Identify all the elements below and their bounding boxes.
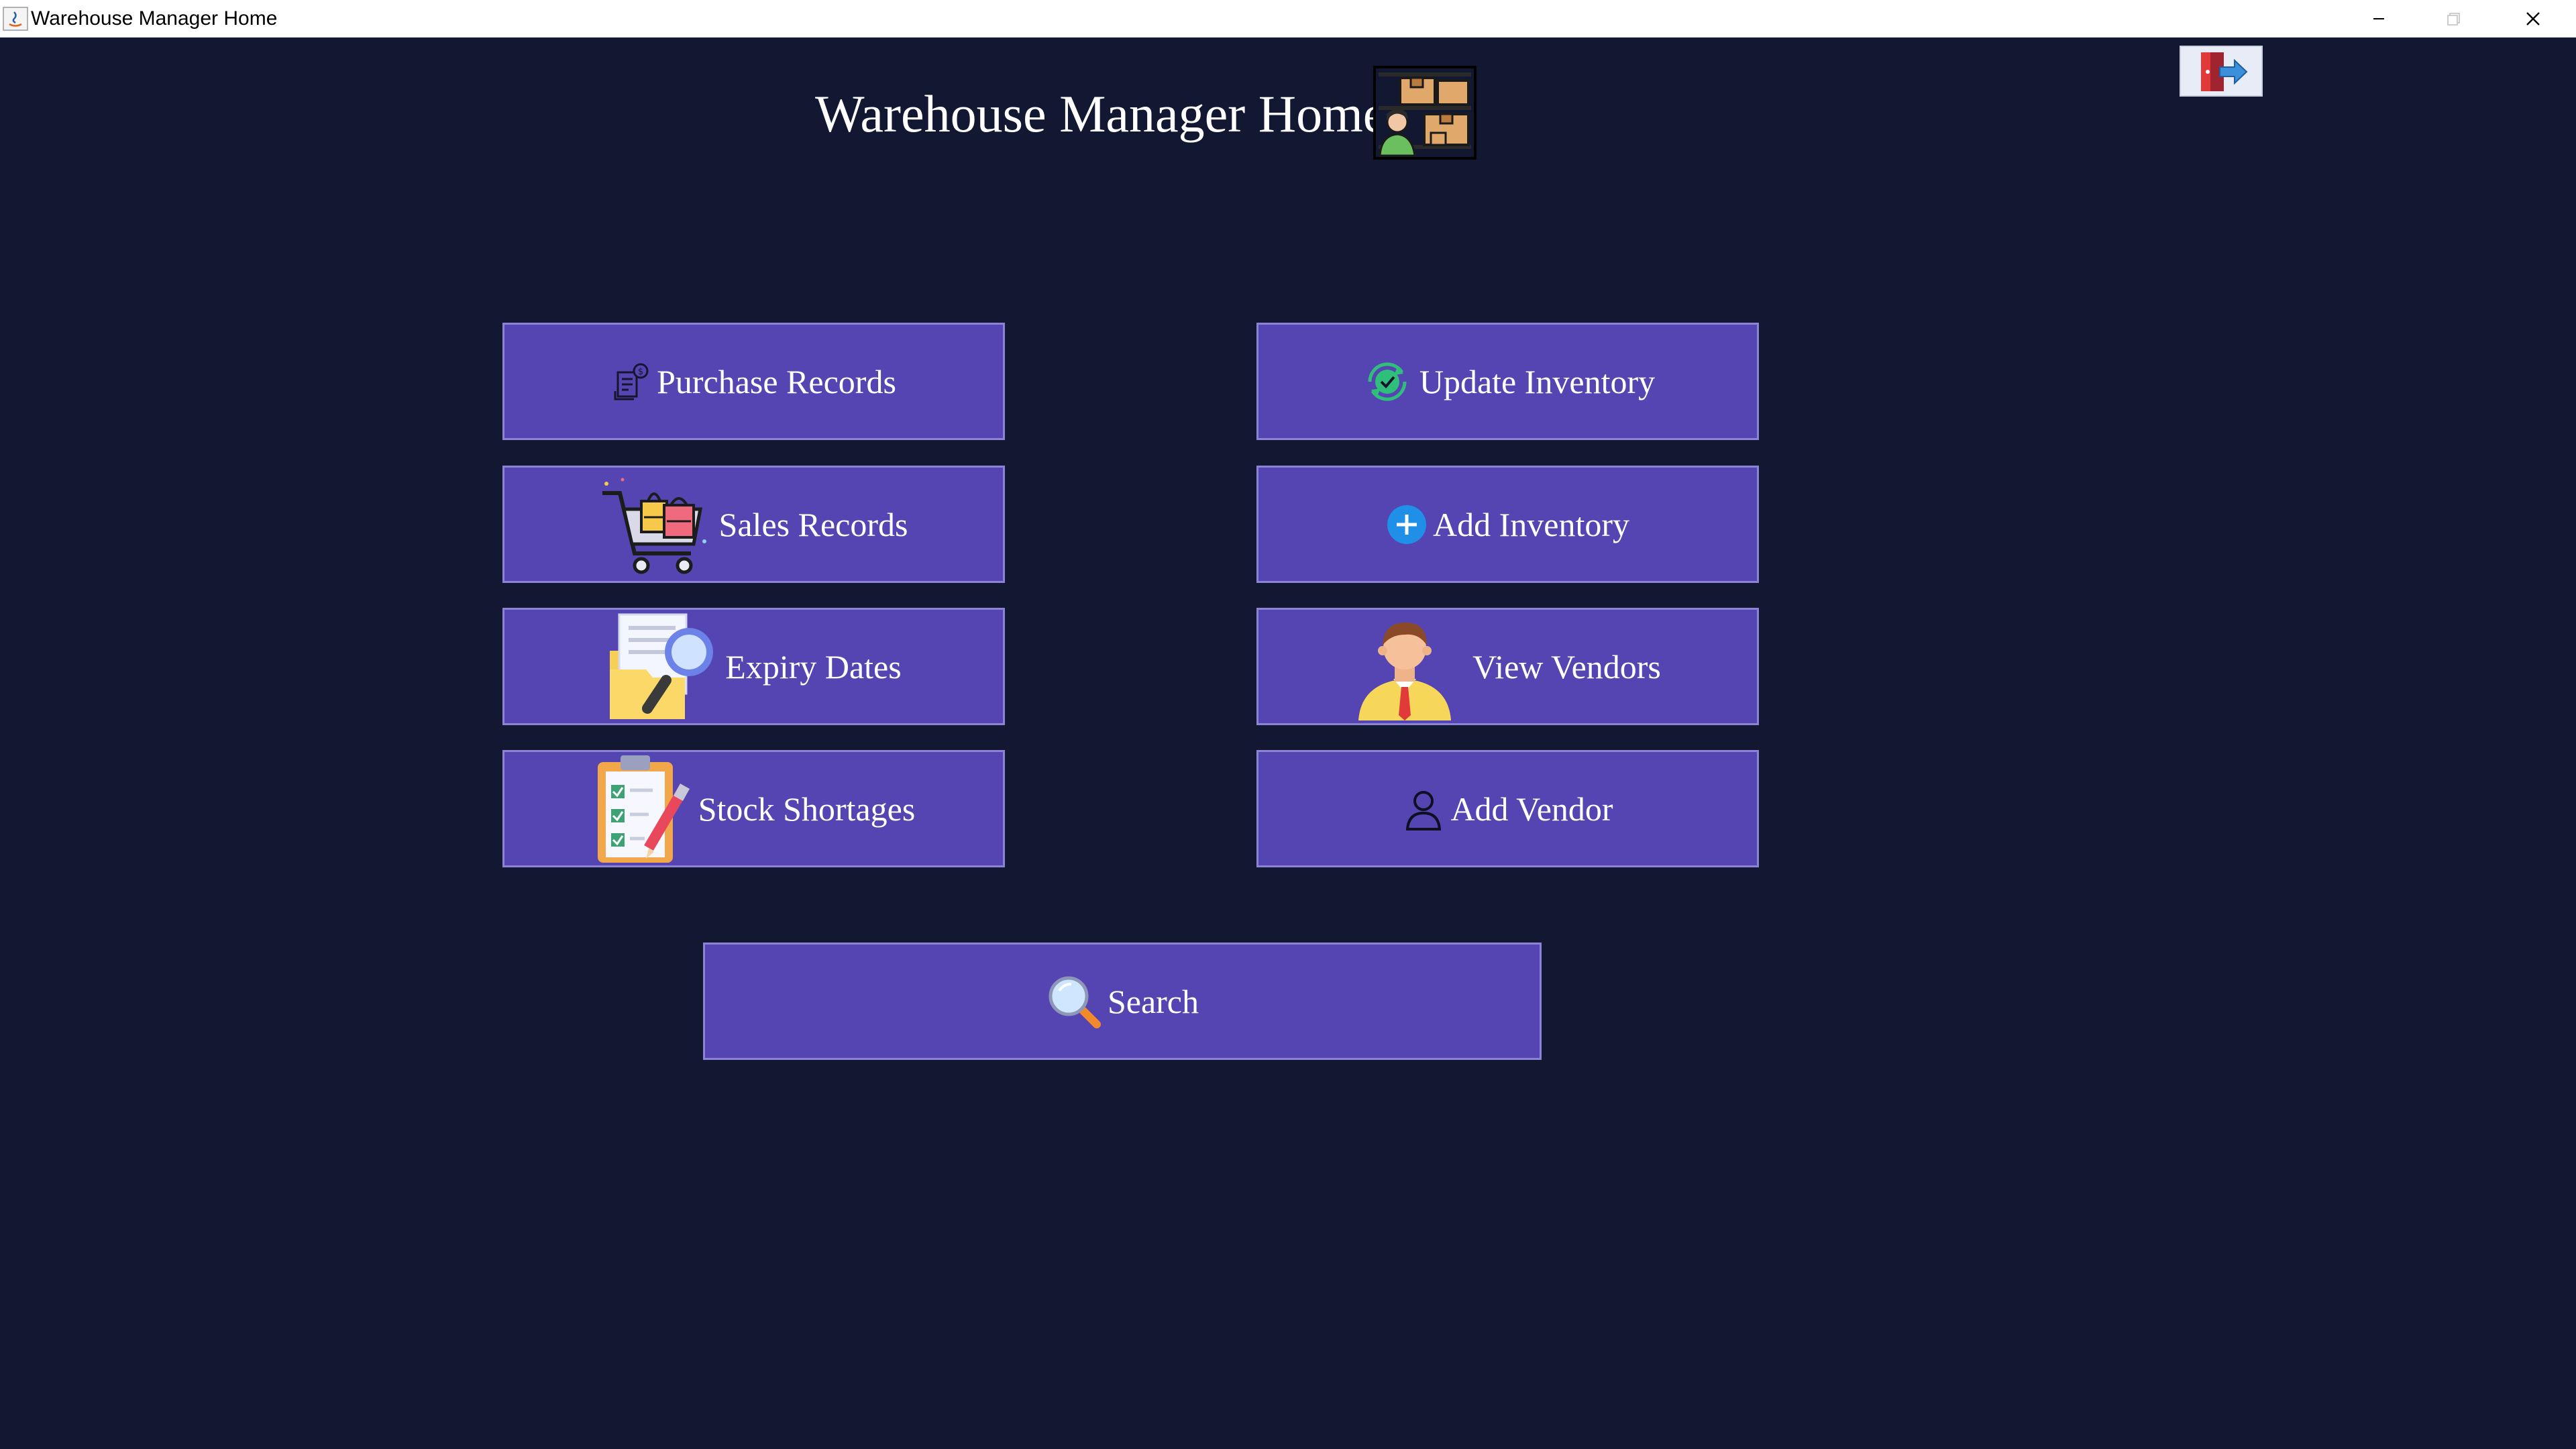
user-outline-icon — [1406, 790, 1442, 830]
minimize-icon — [2373, 18, 2384, 19]
vendor-person-icon — [1358, 622, 1452, 720]
close-icon — [2526, 12, 2540, 25]
update-inventory-button[interactable]: Update Inventory — [1256, 323, 1759, 440]
logout-button[interactable] — [2180, 46, 2263, 97]
view-vendors-label: View Vendors — [1472, 647, 1661, 686]
add-inventory-button[interactable]: Add Inventory — [1256, 466, 1759, 583]
sales-records-button[interactable]: Sales Records — [502, 466, 1005, 583]
svg-text:$: $ — [638, 367, 643, 377]
maximize-icon — [2447, 13, 2460, 25]
window-title: Warehouse Manager Home — [31, 7, 278, 30]
receipt-icon: $ — [614, 363, 649, 400]
logout-icon — [2201, 52, 2248, 91]
search-label: Search — [1107, 982, 1199, 1020]
view-vendors-button[interactable]: View Vendors — [1256, 608, 1759, 725]
plus-circle-icon — [1387, 504, 1426, 544]
stock-shortages-label: Stock Shortages — [698, 790, 916, 828]
sales-records-label: Sales Records — [718, 505, 908, 543]
refresh-check-icon — [1368, 362, 1407, 401]
add-vendor-button[interactable]: Add Vendor — [1256, 750, 1759, 867]
shopping-cart-icon — [602, 478, 706, 574]
stock-shortages-button[interactable]: Stock Shortages — [502, 750, 1005, 867]
add-inventory-label: Add Inventory — [1433, 505, 1629, 543]
expiry-dates-button[interactable]: Expiry Dates — [502, 608, 1005, 725]
clipboard-checklist-icon — [597, 755, 690, 863]
expiry-dates-label: Expiry Dates — [725, 647, 902, 686]
folder-search-icon — [610, 613, 714, 719]
window-titlebar: Warehouse Manager Home — [0, 0, 2576, 38]
close-window-button[interactable] — [2496, 0, 2571, 38]
magnifier-icon — [1049, 976, 1101, 1028]
search-button[interactable]: Search — [703, 943, 1542, 1060]
page-title: Warehouse Manager Home — [815, 85, 1387, 143]
minimize-button[interactable] — [2341, 0, 2416, 38]
java-app-icon — [3, 7, 28, 31]
purchase-records-label: Purchase Records — [657, 362, 896, 400]
update-inventory-label: Update Inventory — [1419, 362, 1656, 400]
add-vendor-label: Add Vendor — [1450, 790, 1613, 828]
maximize-button[interactable] — [2416, 0, 2491, 38]
purchase-records-button[interactable]: $ Purchase Records — [502, 323, 1005, 440]
warehouse-manager-icon — [1373, 66, 1477, 160]
